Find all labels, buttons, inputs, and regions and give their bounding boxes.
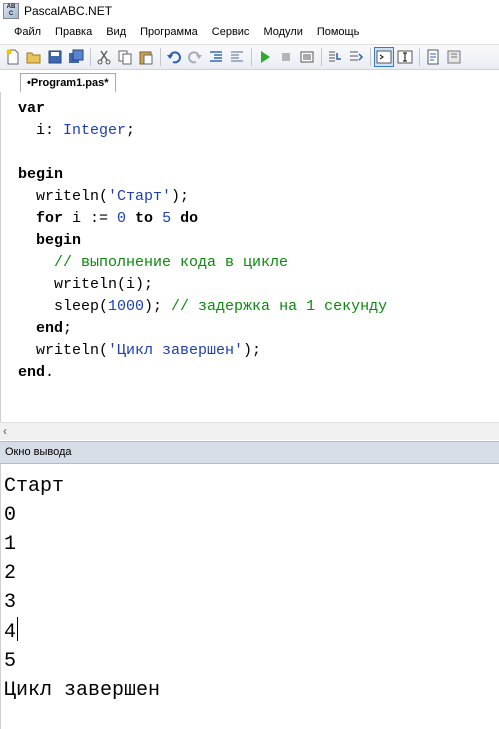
code-keyword: end <box>18 364 46 381</box>
title-bar: AB C PascalABC.NET <box>0 0 499 22</box>
indent-icon[interactable] <box>206 47 226 67</box>
open-icon[interactable] <box>24 47 44 67</box>
code-token: writeln( <box>18 188 109 205</box>
output-text: Старт 0 1 2 3 4 5 Цикл завершен <box>4 472 160 705</box>
output-line: 2 <box>4 562 17 585</box>
output-panel-header: Окно вывода <box>0 441 499 464</box>
code-text: var i: Integer; begin writeln('Старт'); … <box>18 98 387 384</box>
code-comment: // выполнение кода в цикле <box>18 254 289 271</box>
code-token: ); <box>243 342 262 359</box>
toolbar-separator <box>251 48 252 66</box>
run-icon[interactable] <box>255 47 275 67</box>
code-string: 'Старт' <box>108 188 172 205</box>
code-keyword: begin <box>18 232 82 249</box>
settings-icon[interactable] <box>423 47 443 67</box>
code-number: 1000 <box>108 298 145 315</box>
menu-program[interactable]: Программа <box>133 22 205 42</box>
compile-icon[interactable] <box>297 47 317 67</box>
redo-icon[interactable] <box>185 47 205 67</box>
menu-service[interactable]: Сервис <box>205 22 257 42</box>
output-line: 3 <box>4 591 17 614</box>
code-token: writeln(i); <box>18 276 154 293</box>
horizontal-scrollbar[interactable]: ‹ <box>0 422 499 440</box>
menu-modules[interactable]: Модули <box>256 22 309 42</box>
code-token: ; <box>63 320 73 337</box>
text-cursor <box>17 617 19 641</box>
code-keyword: end <box>18 320 64 337</box>
cut-icon[interactable] <box>94 47 114 67</box>
code-token: ; <box>126 122 136 139</box>
code-token: sleep( <box>18 298 109 315</box>
outdent-icon[interactable] <box>227 47 247 67</box>
code-comment: // задержка на 1 секунду <box>171 298 388 315</box>
code-keyword: to <box>126 210 154 227</box>
toolbar-separator <box>160 48 161 66</box>
scroll-left-icon[interactable]: ‹ <box>3 424 7 438</box>
code-number: 0 <box>117 210 127 227</box>
save-icon[interactable] <box>45 47 65 67</box>
app-logo-icon: AB C <box>3 3 19 19</box>
tab-strip: •Program1.pas* <box>0 71 499 93</box>
menu-file[interactable]: Файл <box>0 22 48 42</box>
output-line: Цикл завершен <box>4 679 161 702</box>
toolbar-separator <box>370 48 371 66</box>
text-output-icon[interactable] <box>395 47 415 67</box>
code-keyword: for <box>18 210 64 227</box>
menu-bar: Файл Правка Вид Программа Сервис Модули … <box>0 22 499 42</box>
code-token: ); <box>171 188 190 205</box>
output-line: 0 <box>4 504 17 527</box>
code-token: ); <box>144 298 172 315</box>
code-token: writeln( <box>18 342 109 359</box>
copy-icon[interactable] <box>115 47 135 67</box>
code-token: i: <box>18 122 64 139</box>
console-output-icon[interactable] <box>374 47 394 67</box>
toolbar-separator <box>321 48 322 66</box>
code-token: . <box>45 364 55 381</box>
toolbar-separator <box>90 48 91 66</box>
undo-icon[interactable] <box>164 47 184 67</box>
output-line: 5 <box>4 650 17 673</box>
save-all-icon[interactable] <box>66 47 86 67</box>
toolbar <box>0 44 499 70</box>
code-editor[interactable]: var i: Integer; begin writeln('Старт'); … <box>0 92 499 422</box>
code-string: 'Цикл завершен' <box>108 342 244 359</box>
output-panel-title: Окно вывода <box>5 446 72 458</box>
output-line: 1 <box>4 533 17 556</box>
output-line: Старт <box>4 475 65 498</box>
menu-help[interactable]: Помощь <box>310 22 367 42</box>
help-icon[interactable] <box>444 47 464 67</box>
code-keyword: do <box>171 210 199 227</box>
new-file-icon[interactable] <box>3 47 23 67</box>
paste-icon[interactable] <box>136 47 156 67</box>
step-over-icon[interactable] <box>346 47 366 67</box>
step-into-icon[interactable] <box>325 47 345 67</box>
code-keyword: begin <box>18 166 64 183</box>
code-keyword: var <box>18 100 46 117</box>
stop-icon[interactable] <box>276 47 296 67</box>
menu-edit[interactable]: Правка <box>48 22 99 42</box>
tab-program1[interactable]: •Program1.pas* <box>20 73 116 92</box>
toolbar-separator <box>419 48 420 66</box>
window-title: PascalABC.NET <box>24 4 113 18</box>
code-type: Integer <box>63 122 127 139</box>
menu-view[interactable]: Вид <box>99 22 133 42</box>
output-line: 4 <box>4 621 17 644</box>
code-token: i := <box>63 210 118 227</box>
code-number: 5 <box>162 210 172 227</box>
output-window[interactable]: Старт 0 1 2 3 4 5 Цикл завершен <box>0 464 499 729</box>
